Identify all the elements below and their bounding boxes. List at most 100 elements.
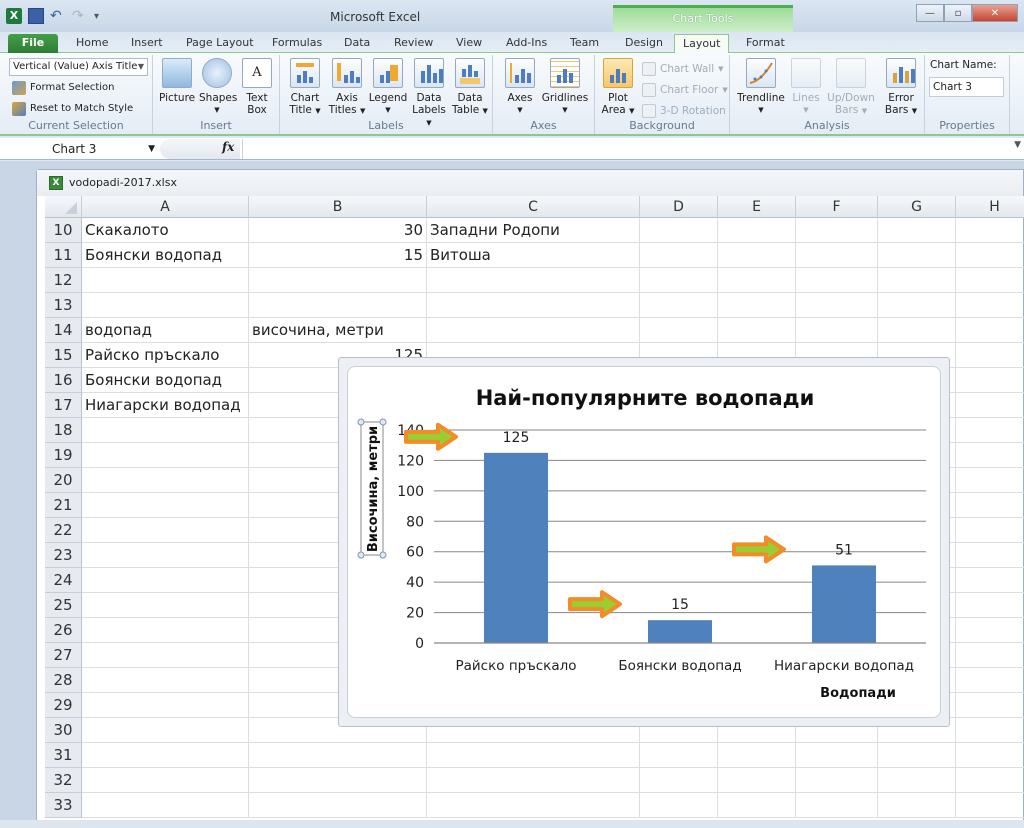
save-icon[interactable] <box>28 8 44 24</box>
chart-title-button[interactable]: Chart Title ▼ <box>288 58 322 117</box>
column-header-b[interactable]: B <box>249 196 427 218</box>
cell-g14[interactable] <box>878 318 956 343</box>
axis-titles-button[interactable]: Axis Titles ▼ <box>328 58 366 117</box>
cell-h21[interactable] <box>956 493 1024 518</box>
cell-b10[interactable]: 30 <box>249 218 427 243</box>
cell-e33[interactable] <box>718 793 796 818</box>
chart-area[interactable]: Най-популярните водопади 0 20 40 60 80 100 120 1… <box>347 366 941 718</box>
cell-f12[interactable] <box>796 268 878 293</box>
legend-button[interactable]: Legend ▼ <box>368 58 408 116</box>
cell-e12[interactable] <box>718 268 796 293</box>
cell-h15[interactable] <box>956 343 1024 368</box>
cell-h30[interactable] <box>956 718 1024 743</box>
row-header[interactable]: 15 <box>45 343 82 368</box>
excel-logo-icon[interactable]: X <box>6 8 22 24</box>
column-header-e[interactable]: E <box>718 196 796 218</box>
data-table-button[interactable]: Data Table ▼ <box>452 58 488 117</box>
row-header[interactable]: 26 <box>45 618 82 643</box>
cell-h13[interactable] <box>956 293 1024 318</box>
row-header[interactable]: 31 <box>45 743 82 768</box>
cell-f14[interactable] <box>796 318 878 343</box>
column-header-c[interactable]: C <box>427 196 640 218</box>
row-header[interactable]: 18 <box>45 418 82 443</box>
cell-h29[interactable] <box>956 693 1024 718</box>
cell-a20[interactable] <box>82 468 249 493</box>
cell-f10[interactable] <box>796 218 878 243</box>
cell-a14[interactable]: водопад <box>82 318 249 343</box>
column-header-a[interactable]: A <box>82 196 249 218</box>
shapes-button[interactable]: Shapes ▼ <box>199 58 237 116</box>
customize-qat-icon[interactable]: ▾ <box>94 11 99 22</box>
tab-layout[interactable]: Layout <box>674 34 730 54</box>
row-header[interactable]: 32 <box>45 768 82 793</box>
cell-h12[interactable] <box>956 268 1024 293</box>
cell-d31[interactable] <box>640 743 718 768</box>
row-header[interactable]: 24 <box>45 568 82 593</box>
insert-function-icon[interactable]: fx <box>222 140 234 154</box>
row-header[interactable]: 12 <box>45 268 82 293</box>
cell-a13[interactable] <box>82 293 249 318</box>
cell-b12[interactable] <box>249 268 427 293</box>
cell-c14[interactable] <box>427 318 640 343</box>
cell-h17[interactable] <box>956 393 1024 418</box>
cell-d12[interactable] <box>640 268 718 293</box>
row-header[interactable]: 33 <box>45 793 82 818</box>
reset-to-match-style-button[interactable]: Reset to Match Style <box>12 100 133 118</box>
cell-e31[interactable] <box>718 743 796 768</box>
cell-f13[interactable] <box>796 293 878 318</box>
cell-c13[interactable] <box>427 293 640 318</box>
cell-h23[interactable] <box>956 543 1024 568</box>
cell-h24[interactable] <box>956 568 1024 593</box>
cell-e13[interactable] <box>718 293 796 318</box>
cell-b11[interactable]: 15 <box>249 243 427 268</box>
cell-h25[interactable] <box>956 593 1024 618</box>
cell-a18[interactable] <box>82 418 249 443</box>
cell-h11[interactable] <box>956 243 1024 268</box>
column-header-h[interactable]: H <box>956 196 1024 218</box>
row-header[interactable]: 11 <box>45 243 82 268</box>
cell-a15[interactable]: Райско пръскало <box>82 343 249 368</box>
cell-c32[interactable] <box>427 768 640 793</box>
gridlines-button[interactable]: Gridlines ▼ <box>541 58 589 116</box>
undo-icon[interactable]: ↶ <box>50 8 66 24</box>
cell-h22[interactable] <box>956 518 1024 543</box>
row-header[interactable]: 29 <box>45 693 82 718</box>
cell-d32[interactable] <box>640 768 718 793</box>
column-header-d[interactable]: D <box>640 196 718 218</box>
cell-a16[interactable]: Боянски водопад <box>82 368 249 393</box>
cell-e14[interactable] <box>718 318 796 343</box>
cell-g31[interactable] <box>878 743 956 768</box>
row-header[interactable]: 20 <box>45 468 82 493</box>
cell-d13[interactable] <box>640 293 718 318</box>
3d-rotation-button[interactable]: 3-D Rotation <box>642 104 726 118</box>
cell-c11[interactable]: Витоша <box>427 243 640 268</box>
cell-h14[interactable] <box>956 318 1024 343</box>
cell-b14[interactable]: височина, метри <box>249 318 427 343</box>
cell-e10[interactable] <box>718 218 796 243</box>
maximize-button[interactable]: ▫ <box>944 4 972 22</box>
horizontal-scrollbar[interactable] <box>0 820 1024 828</box>
row-header[interactable]: 22 <box>45 518 82 543</box>
cell-h31[interactable] <box>956 743 1024 768</box>
cell-g33[interactable] <box>878 793 956 818</box>
minimize-button[interactable]: — <box>916 4 944 22</box>
cell-c33[interactable] <box>427 793 640 818</box>
cell-h18[interactable] <box>956 418 1024 443</box>
error-bars-button[interactable]: Error Bars ▼ <box>882 58 920 117</box>
cell-d14[interactable] <box>640 318 718 343</box>
row-header[interactable]: 10 <box>45 218 82 243</box>
expand-formula-bar-icon[interactable]: ▼ <box>1014 140 1021 150</box>
tab-formulas[interactable]: Formulas <box>264 34 330 53</box>
tab-review[interactable]: Review <box>386 34 441 53</box>
tab-design[interactable]: Design <box>617 34 671 53</box>
cell-h28[interactable] <box>956 668 1024 693</box>
cell-h16[interactable] <box>956 368 1024 393</box>
cell-d33[interactable] <box>640 793 718 818</box>
cell-f33[interactable] <box>796 793 878 818</box>
cell-a29[interactable] <box>82 693 249 718</box>
cell-a32[interactable] <box>82 768 249 793</box>
row-header[interactable]: 13 <box>45 293 82 318</box>
cell-a30[interactable] <box>82 718 249 743</box>
cell-a10[interactable]: Скакалото <box>82 218 249 243</box>
format-selection-button[interactable]: Format Selection <box>12 79 115 97</box>
